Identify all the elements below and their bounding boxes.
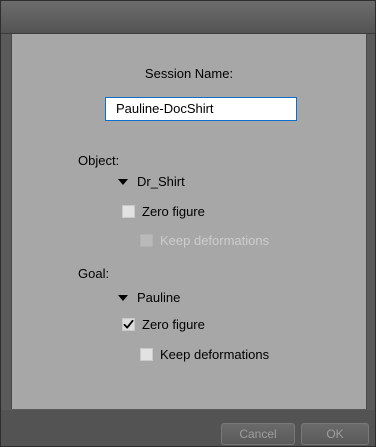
goal-zero-figure-label: Zero figure <box>142 317 205 332</box>
checkbox-icon[interactable] <box>122 205 135 218</box>
triangle-down-icon[interactable] <box>118 294 128 301</box>
triangle-down-icon[interactable] <box>118 178 128 185</box>
session-name-label: Session Name: <box>144 66 234 81</box>
checkbox-icon[interactable] <box>122 318 135 331</box>
object-item-label: Dr_Shirt <box>137 174 185 189</box>
goal-item-label: Pauline <box>137 290 181 305</box>
dialog-window: Session Name: Pauline-DocShirt Object: D… <box>0 0 376 447</box>
object-keep-deformations-label: Keep deformations <box>160 233 270 248</box>
goal-keep-deformations-label: Keep deformations <box>160 347 270 362</box>
title-bar[interactable] <box>1 1 375 34</box>
object-zero-figure-label: Zero figure <box>142 204 205 219</box>
object-zero-figure-checkbox[interactable]: Zero figure <box>122 204 205 219</box>
checkmark-icon <box>123 319 134 329</box>
content-panel: Session Name: Pauline-DocShirt Object: D… <box>11 34 367 409</box>
goal-label: Goal: <box>78 266 110 281</box>
goal-tree-item[interactable]: Pauline <box>118 290 180 305</box>
checkbox-icon[interactable] <box>140 348 153 361</box>
object-tree-item[interactable]: Dr_Shirt <box>118 174 185 189</box>
button-bar: Cancel OK <box>1 410 375 446</box>
cancel-button[interactable]: Cancel <box>221 423 295 445</box>
ok-button[interactable]: OK <box>301 423 369 445</box>
object-label: Object: <box>78 153 120 168</box>
goal-zero-figure-checkbox[interactable]: Zero figure <box>122 317 205 332</box>
object-keep-deformations-checkbox: Keep deformations <box>140 233 269 248</box>
checkbox-icon <box>140 234 153 247</box>
session-name-input[interactable]: Pauline-DocShirt <box>105 97 297 121</box>
goal-keep-deformations-checkbox[interactable]: Keep deformations <box>140 347 269 362</box>
